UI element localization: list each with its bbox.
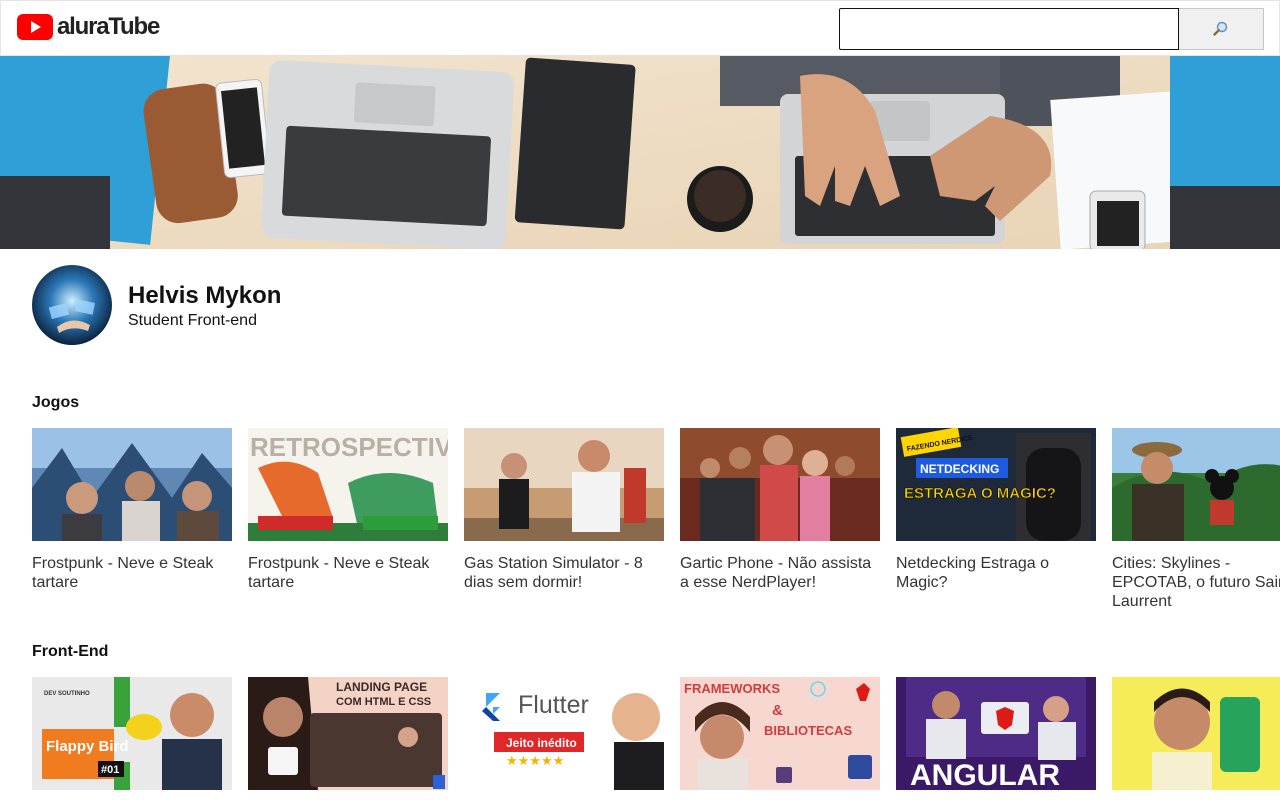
video-thumbnail[interactable]: RETROSPECTIVA (248, 428, 448, 541)
thumbnail-tag-text: COM HTML E CSS (336, 696, 431, 708)
video-thumbnail[interactable]: FRAMEWORKS & BIBLIOTECAS (680, 677, 880, 790)
video-card[interactable]: Gas Station Simulator - 8 dias sem dormi… (464, 428, 664, 592)
video-thumbnail[interactable]: Flutter Jeito inédito ★★★★★ (464, 677, 664, 790)
video-thumbnail[interactable]: FAZENDO NERDICE NETDECKING ESTRAGA O MAG… (896, 428, 1096, 541)
thumbnail-text: Flutter (518, 691, 589, 719)
thumbnail-corner-text: DEV SOUTINHO (44, 691, 90, 697)
profile-banner (0, 56, 1280, 249)
video-title[interactable]: Gas Station Simulator - 8 dias sem dormi… (464, 554, 664, 592)
video-thumbnail[interactable]: LANDING PAGE COM HTML E CSS (248, 677, 448, 790)
video-card[interactable]: Frostpunk - Neve e Steak tartare (32, 428, 232, 592)
playlist-row-jogos: Frostpunk - Neve e Steak tartare RETROSP… (32, 428, 1280, 648)
video-thumbnail[interactable] (1112, 677, 1280, 790)
video-title[interactable]: Frostpunk - Neve e Steak tartare (32, 554, 232, 592)
thumbnail-tag-text: Jeito inédito (506, 736, 577, 750)
search-input[interactable] (839, 8, 1179, 50)
video-thumbnail[interactable] (1112, 428, 1280, 541)
video-thumbnail[interactable]: DEV SOUTINHO Flappy Bird #01 (32, 677, 232, 790)
thumbnail-text: ESTRAGA O MAGIC? (904, 485, 1056, 502)
profile-name: Helvis Mykon (128, 282, 282, 309)
search-icon (1213, 21, 1228, 36)
video-card[interactable]: LANDING PAGE COM HTML E CSS (248, 677, 448, 800)
avatar-image (32, 265, 112, 345)
video-title[interactable]: Cities: Skylines - EPCOTAB, o futuro Sai… (1112, 554, 1280, 611)
video-card[interactable]: DEV SOUTINHO Flappy Bird #01 (32, 677, 232, 800)
video-thumbnail[interactable] (464, 428, 664, 541)
thumbnail-text: Flappy Bird (46, 738, 129, 755)
video-title[interactable]: Frostpunk - Neve e Steak tartare (248, 554, 448, 592)
profile-role: Student Front-end (128, 312, 257, 329)
thumbnail-text: LANDING PAGE (336, 680, 427, 694)
video-card[interactable]: RETROSPECTIVA Frostpunk - Neve e Steak t… (248, 428, 448, 592)
playlist-row-front-end: DEV SOUTINHO Flappy Bird #01 LANDING PAG… (32, 677, 1280, 800)
video-card[interactable] (1112, 677, 1280, 800)
thumbnail-corner-text: BIBLIOTECAS (764, 723, 852, 738)
video-card[interactable]: Gartic Phone - Não assista a esse NerdPl… (680, 428, 880, 592)
thumbnail-tag-text: #01 (101, 764, 119, 776)
top-bar: aluraTube (0, 0, 1280, 56)
thumbnail-text: ANGULAR (910, 759, 1060, 790)
thumbnail-tag-text: NETDECKING (920, 462, 999, 476)
banner-image (0, 56, 1280, 249)
play-logo-icon (17, 14, 53, 40)
search-button[interactable] (1179, 8, 1264, 50)
video-card[interactable]: Flutter Jeito inédito ★★★★★ (464, 677, 664, 800)
video-card[interactable]: ANGULAR (896, 677, 1096, 800)
thumbnail-tag-text: & (772, 702, 783, 719)
video-card[interactable]: FRAMEWORKS & BIBLIOTECAS (680, 677, 880, 800)
playlist-title-front-end: Front-End (32, 643, 109, 660)
video-card[interactable]: FAZENDO NERDICE NETDECKING ESTRAGA O MAG… (896, 428, 1096, 592)
video-title[interactable]: Netdecking Estraga o Magic? (896, 554, 1096, 592)
logo[interactable]: aluraTube (17, 13, 160, 40)
thumbnail-text: FRAMEWORKS (684, 681, 780, 696)
video-title[interactable]: Gartic Phone - Não assista a esse NerdPl… (680, 554, 880, 592)
thumbnail-corner-text: ★★★★★ (506, 753, 564, 768)
thumbnail-text: RETROSPECTIVA (250, 432, 448, 462)
avatar[interactable] (32, 265, 112, 345)
video-thumbnail[interactable]: ANGULAR (896, 677, 1096, 790)
video-thumbnail[interactable] (32, 428, 232, 541)
logo-text: aluraTube (57, 13, 160, 40)
video-card[interactable]: Cities: Skylines - EPCOTAB, o futuro Sai… (1112, 428, 1280, 611)
video-thumbnail[interactable] (680, 428, 880, 541)
playlist-title-jogos: Jogos (32, 394, 80, 411)
